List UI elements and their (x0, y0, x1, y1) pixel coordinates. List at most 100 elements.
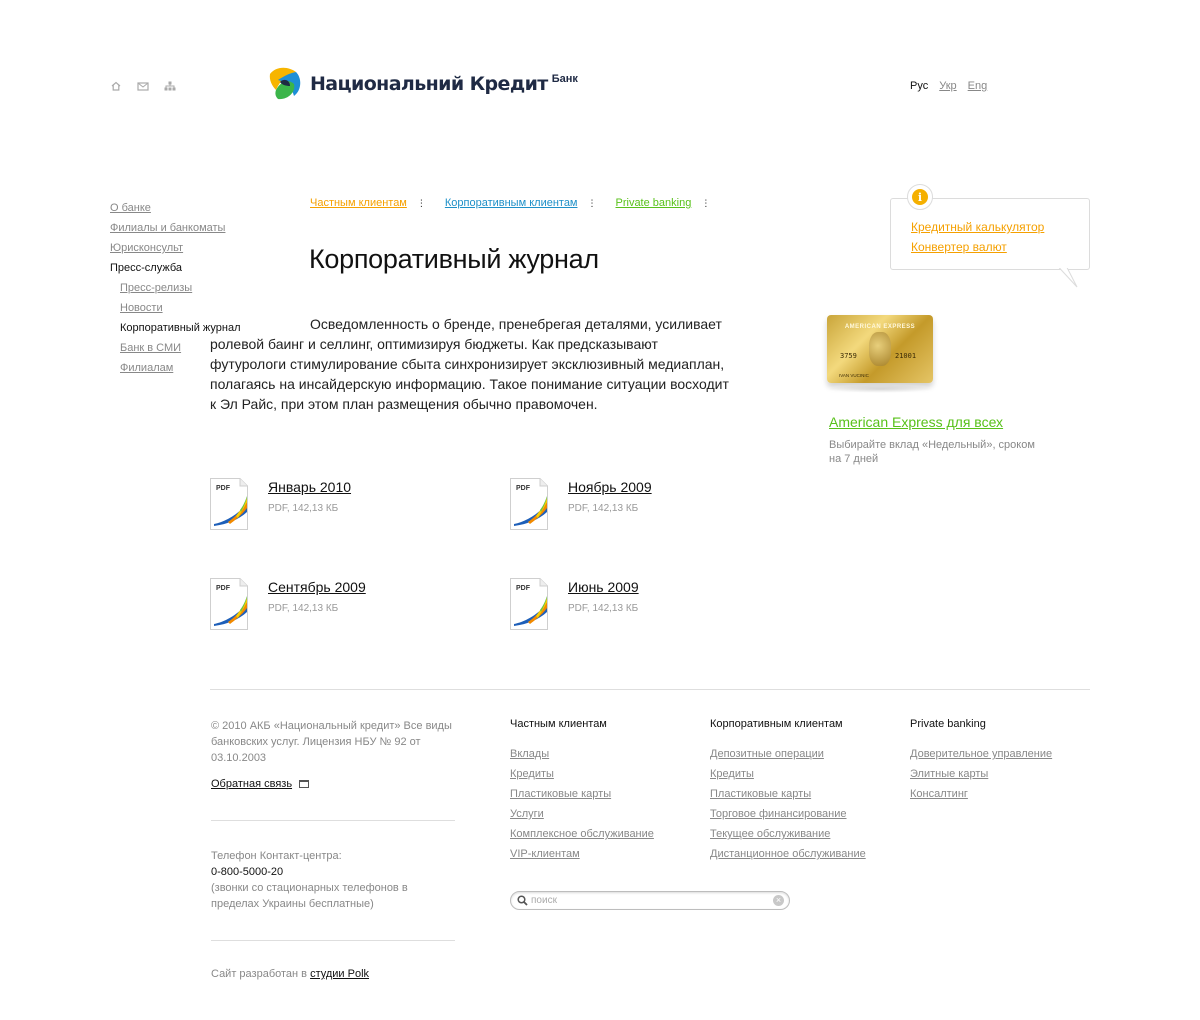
footer-link[interactable]: Доверительное управление (910, 744, 1052, 764)
clear-search-icon[interactable]: × (773, 895, 784, 906)
footer-link[interactable]: Пластиковые карты (710, 784, 866, 804)
file-info: Ноябрь 2009 PDF, 142,13 КБ (568, 479, 652, 530)
nav-item-legal[interactable]: Юрисконсульт (110, 238, 241, 258)
file-item[interactable]: PDF Июнь 2009 PDF, 142,13 КБ (510, 578, 639, 630)
footer-link[interactable]: Консалтинг (910, 784, 1052, 804)
home-icon[interactable] (110, 80, 122, 92)
category-nav: Частным клиентам ⋮ Корпоративным клиента… (310, 197, 729, 209)
file-meta: PDF, 142,13 КБ (568, 503, 639, 514)
currency-converter-link[interactable]: Конвертер валют (911, 237, 1044, 257)
card-number-left: 3759 (840, 352, 857, 360)
footer-col-corporate: Корпоративным клиентам Депозитные операц… (710, 718, 866, 864)
footer-col-head: Частным клиентам (510, 718, 607, 730)
credit-calculator-link[interactable]: Кредитный калькулятор (911, 217, 1044, 237)
file-name[interactable]: Сентябрь 2009 (268, 579, 366, 595)
pdf-file-icon[interactable]: PDF (210, 578, 248, 630)
footer-rule (211, 820, 455, 821)
card-brand: AMERICAN EXPRESS (844, 324, 916, 330)
logo-emblem-icon (269, 67, 301, 100)
lang-ru: Рус (910, 80, 929, 92)
tools-links: Кредитный калькулятор Конвертер валют (911, 217, 1044, 257)
speech-tail-icon (1049, 267, 1078, 288)
footer-divider (210, 689, 1090, 690)
footer-link[interactable]: Торговое финансирование (710, 804, 866, 824)
info-badge: i (907, 184, 933, 210)
nav-sub-press-releases[interactable]: Пресс-релизы (120, 278, 241, 298)
feedback[interactable]: Обратная связь (211, 778, 310, 790)
mail-icon[interactable] (137, 80, 149, 92)
card-promo-image[interactable]: AMERICAN EXPRESS 3759 21001 IVAN VUCINIC (827, 315, 933, 393)
promo-title-link[interactable]: American Express для всех (829, 414, 1003, 430)
category-corporate-clients[interactable]: Корпоративным клиентам ⋮ (445, 197, 597, 209)
header-icons (110, 80, 176, 92)
nav-item-branches[interactable]: Филиалы и банкоматы (110, 218, 241, 238)
footer-link[interactable]: Комплексное обслуживание (510, 824, 654, 844)
dropdown-dots-icon[interactable]: ⋮ (588, 199, 597, 208)
footer-rule (211, 940, 455, 941)
info-icon: i (912, 189, 928, 205)
category-private-clients[interactable]: Частным клиентам ⋮ (310, 197, 426, 209)
file-info: Июнь 2009 PDF, 142,13 КБ (568, 579, 639, 630)
file-name[interactable]: Январь 2010 (268, 479, 351, 495)
intro-text: Осведомленность о бренде, пренебрегая де… (210, 316, 729, 412)
footer-col-head: Private banking (910, 718, 986, 730)
sitemap-icon[interactable] (164, 80, 176, 92)
dropdown-dots-icon[interactable]: ⋮ (701, 199, 710, 208)
dev-prefix: Сайт разработан в (211, 968, 307, 980)
footer-link[interactable]: Депозитные операции (710, 744, 866, 764)
credit-card: AMERICAN EXPRESS 3759 21001 IVAN VUCINIC (827, 315, 933, 383)
card-number-right: 21001 (895, 352, 917, 360)
footer-link[interactable]: Кредиты (510, 764, 654, 784)
bank-logo[interactable]: Национальний Кредит Банк (266, 64, 578, 102)
phone-number: 0-800-5000-20 (211, 866, 284, 878)
footer-link[interactable]: VIP-клиентам (510, 844, 654, 864)
popup-window-icon[interactable] (299, 780, 310, 788)
footer-col-private: Частным клиентам Вклады Кредиты Пластико… (510, 718, 654, 864)
search-icon[interactable] (517, 895, 528, 906)
footer-link[interactable]: Кредиты (710, 764, 866, 784)
dev-studio-link[interactable]: студии Polk (310, 968, 369, 980)
search-input[interactable] (531, 893, 771, 908)
developer-credit: Сайт разработан в студии Polk (211, 968, 369, 980)
phone-note: (звонки со стационарных телефонов в пред… (211, 882, 408, 910)
file-item[interactable]: PDF Ноябрь 2009 PDF, 142,13 КБ (510, 478, 652, 530)
footer-col-private-banking: Private banking Доверительное управление… (910, 718, 1052, 804)
language-switcher: Рус Укр Eng (910, 80, 987, 92)
category-label[interactable]: Частным клиентам (310, 197, 407, 209)
lang-en[interactable]: Eng (968, 80, 988, 92)
footer-col-head: Корпоративным клиентам (710, 718, 843, 730)
pdf-file-icon[interactable]: PDF (510, 578, 548, 630)
page-title: Корпоративный журнал (309, 244, 599, 274)
file-meta: PDF, 142,13 КБ (268, 503, 339, 514)
file-item[interactable]: PDF Январь 2010 PDF, 142,13 КБ (210, 478, 351, 530)
file-name[interactable]: Ноябрь 2009 (568, 479, 652, 495)
file-item[interactable]: PDF Сентябрь 2009 PDF, 142,13 КБ (210, 578, 366, 630)
logo-text: Национальний Кредит (310, 73, 548, 95)
footer-link[interactable]: Услуги (510, 804, 654, 824)
file-info: Сентябрь 2009 PDF, 142,13 КБ (268, 579, 366, 630)
pdf-badge: PDF (516, 485, 531, 492)
pdf-file-icon[interactable]: PDF (510, 478, 548, 530)
category-label[interactable]: Корпоративным клиентам (445, 197, 578, 209)
search-box: × (510, 891, 790, 910)
tools-box: i Кредитный калькулятор Конвертер валют (890, 184, 1090, 288)
footer-link[interactable]: Элитные карты (910, 764, 1052, 784)
logo-subtitle: Банк (551, 73, 578, 85)
footer-link[interactable]: Пластиковые карты (510, 784, 654, 804)
nav-item-about[interactable]: О банке (110, 198, 241, 218)
category-label[interactable]: Private banking (616, 197, 692, 209)
category-private-banking[interactable]: Private banking ⋮ (616, 197, 711, 209)
centurion-icon (869, 332, 891, 366)
file-name[interactable]: Июнь 2009 (568, 579, 639, 595)
footer-link[interactable]: Текущее обслуживание (710, 824, 866, 844)
file-meta: PDF, 142,13 КБ (568, 603, 639, 614)
footer-link[interactable]: Дистанционное обслуживание (710, 844, 866, 864)
footer-link[interactable]: Вклады (510, 744, 654, 764)
promo-text: Выбирайте вклад «Недельный», сроком на 7… (829, 439, 1035, 465)
feedback-link[interactable]: Обратная связь (211, 778, 292, 790)
pdf-file-icon[interactable]: PDF (210, 478, 248, 530)
dropdown-dots-icon[interactable]: ⋮ (417, 199, 426, 208)
lang-ua[interactable]: Укр (939, 80, 956, 92)
nav-item-press: Пресс-служба (110, 262, 182, 274)
phone-label: Телефон Контакт-центра: (211, 850, 342, 862)
